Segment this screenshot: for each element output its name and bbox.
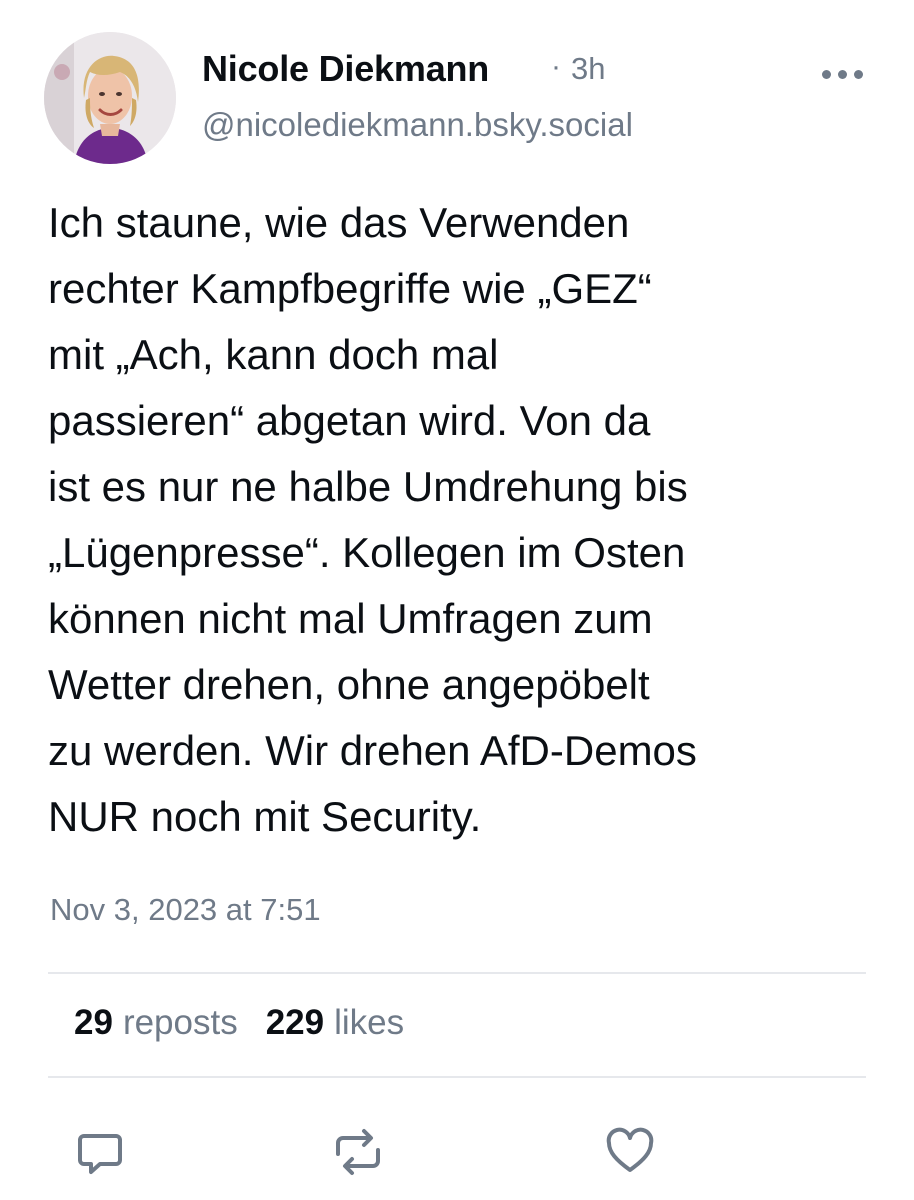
reply-button[interactable]: [72, 1124, 128, 1180]
dot-icon: [821, 69, 831, 79]
more-options-button[interactable]: [810, 58, 874, 90]
dot-icon: [837, 69, 847, 79]
post-text-line: Wetter drehen, ohne angepöbelt: [48, 661, 650, 708]
likes-count: 229: [265, 1003, 325, 1042]
post-text-line: NUR noch mit Security.: [48, 793, 482, 840]
post-text-line: mit „Ach, kann doch mal: [48, 331, 499, 378]
post-text-line: rechter Kampfbegriffe wie „GEZ“: [48, 265, 652, 312]
divider: [48, 972, 866, 974]
post-body: Ich staune, wie das Verwenden rechter Ka…: [48, 190, 868, 850]
post-text-line: „Lügenpresse“. Kollegen im Osten: [48, 529, 686, 576]
author-display-name[interactable]: Nicole Diekmann: [202, 48, 489, 90]
post-text-line: passieren“ abgetan wird. Von da: [48, 397, 651, 444]
likes-label: likes: [334, 1003, 405, 1042]
post-card: Nicole Diekmann · 3h @nicolediekmann.bsk…: [0, 0, 914, 1200]
post-text-line: ist es nur ne halbe Umdrehung bis: [48, 463, 688, 510]
dot-icon: [853, 69, 863, 79]
author-handle[interactable]: @nicolediekmann.bsky.social: [202, 106, 633, 144]
heart-icon: [606, 1127, 654, 1172]
reposts-stat[interactable]: 29 reposts: [74, 1003, 238, 1043]
post-text-line: zu werden. Wir drehen AfD-Demos: [48, 727, 697, 774]
repost-arrows-icon: [336, 1129, 380, 1175]
avatar[interactable]: [44, 32, 176, 164]
profile-photo-icon: [44, 32, 176, 164]
engagement-stats: 29 reposts 229 likes: [74, 1003, 404, 1043]
divider: [48, 1076, 866, 1078]
relative-timestamp[interactable]: 3h: [571, 51, 605, 87]
like-button[interactable]: [602, 1124, 658, 1180]
post-text-line: Ich staune, wie das Verwenden: [48, 199, 630, 246]
post-date: Nov 3, 2023 at 7:51: [50, 892, 321, 927]
post-text-line: können nicht mal Umfragen zum: [48, 595, 653, 642]
reposts-count: 29: [74, 1003, 113, 1042]
reposts-label: reposts: [122, 1003, 238, 1042]
repost-button[interactable]: [330, 1124, 386, 1180]
likes-stat[interactable]: 229 likes: [266, 1003, 404, 1043]
meta-separator: ·: [551, 50, 561, 83]
speech-bubble-icon: [78, 1134, 122, 1174]
